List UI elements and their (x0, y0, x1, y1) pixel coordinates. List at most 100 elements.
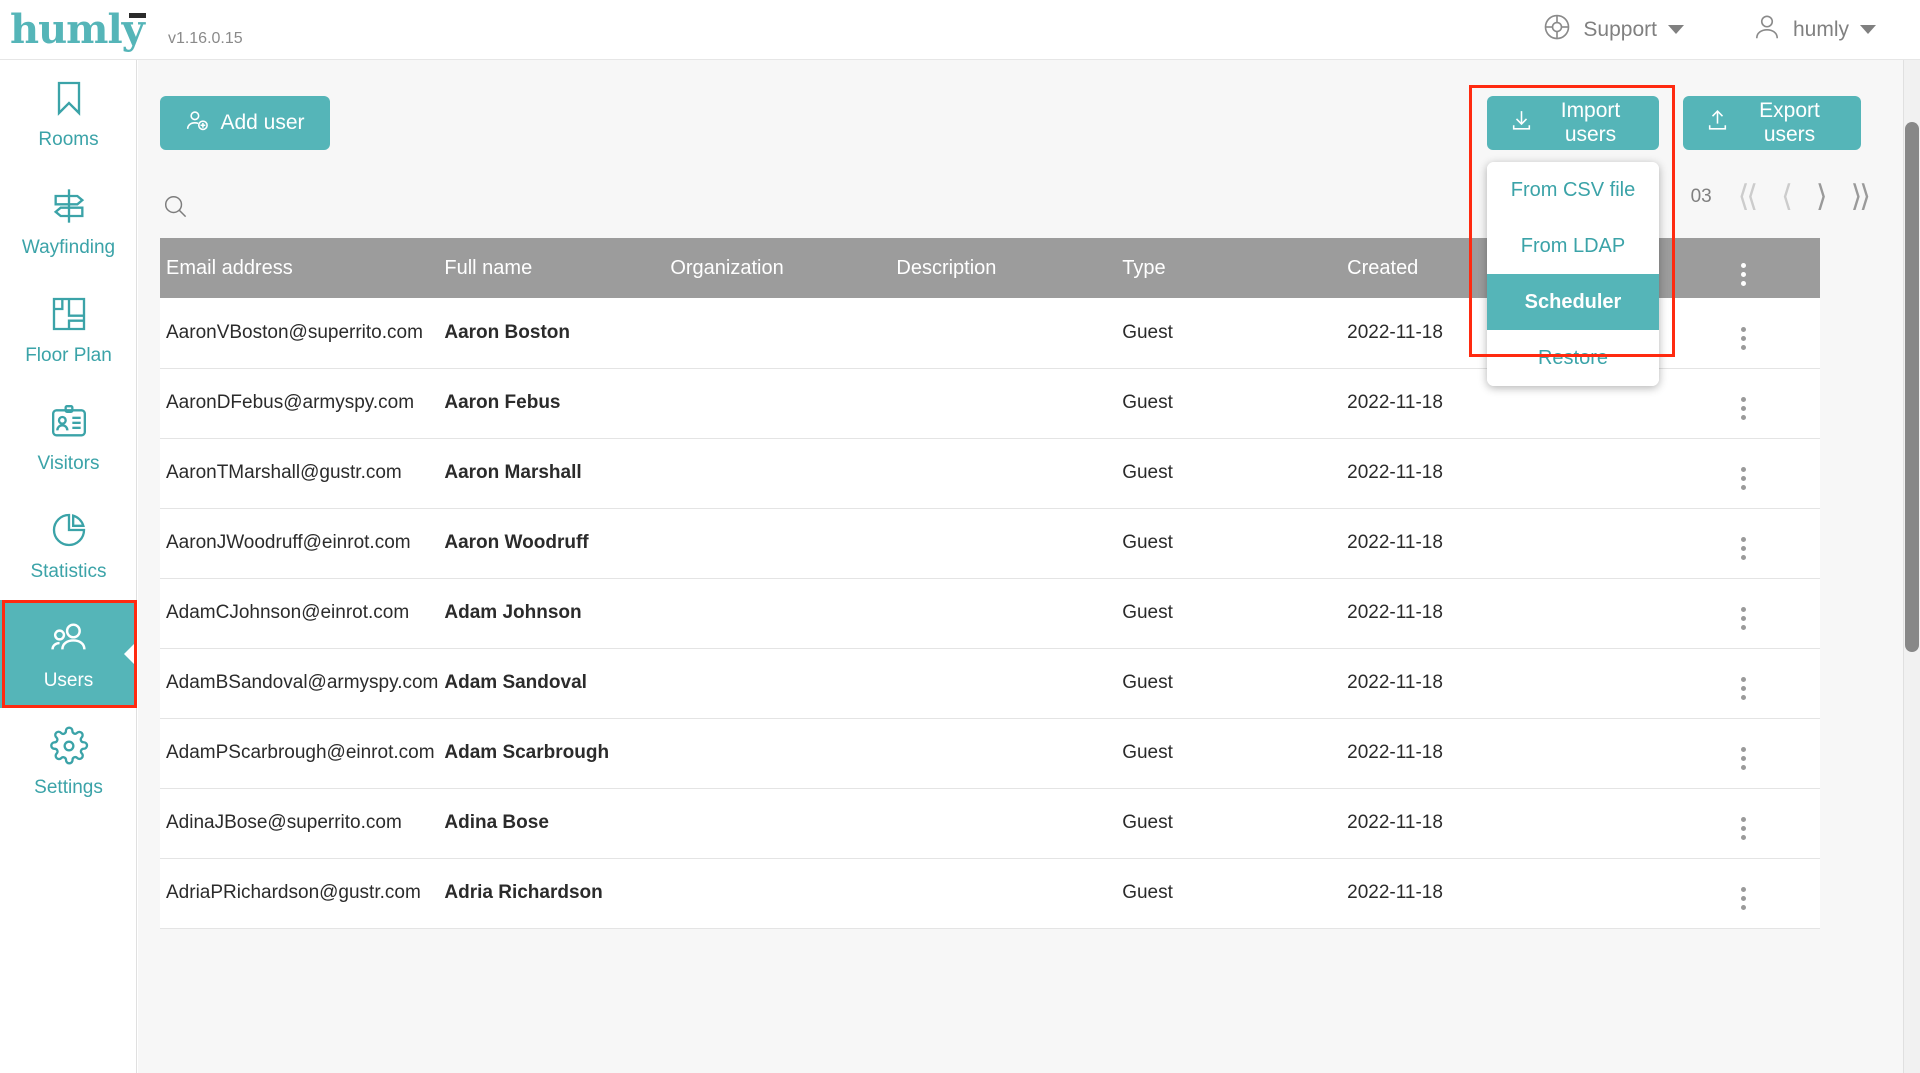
sidebar-item-label: Floor Plan (25, 344, 112, 366)
kebab-menu-icon[interactable] (1740, 747, 1746, 770)
column-header-type[interactable]: Type (1116, 238, 1342, 298)
user-menu[interactable]: humly (1752, 12, 1876, 47)
kebab-menu-icon[interactable] (1740, 607, 1746, 630)
cell-actions[interactable] (1666, 578, 1820, 649)
column-header-full-name[interactable]: Full name (438, 238, 665, 298)
sidebar-item-rooms[interactable]: Rooms (0, 60, 137, 168)
sidebar-item-visitors[interactable]: Visitors (0, 384, 137, 492)
vertical-scrollbar-thumb[interactable] (1905, 122, 1919, 652)
import-users-dropdown: From CSV file From LDAP Scheduler Restor… (1487, 162, 1659, 386)
cell-type: Guest (1116, 718, 1342, 789)
sidebar-item-label: Wayfinding (21, 236, 116, 258)
import-users-label: Import users (1560, 99, 1621, 146)
cell-actions[interactable] (1666, 368, 1820, 439)
piechart-icon (49, 510, 89, 555)
cell-organization (664, 508, 891, 579)
cell-full-name: Aaron Febus (438, 368, 665, 439)
cell-full-name: Adria Richardson (438, 858, 665, 929)
sidebar-item-label: Rooms (38, 128, 99, 150)
pagination-info: 03 (1690, 186, 1712, 207)
active-indicator-arrow-icon (124, 641, 137, 667)
kebab-menu-icon[interactable] (1740, 262, 1746, 286)
column-header-email[interactable]: Email address (160, 238, 439, 298)
export-users-button[interactable]: Export users (1683, 96, 1861, 150)
cell-full-name: Adam Johnson (438, 578, 665, 649)
sidebar-item-users[interactable]: Users (0, 600, 137, 708)
floorplan-icon (49, 294, 89, 339)
kebab-menu-icon[interactable] (1740, 397, 1746, 420)
bookmark-icon (49, 78, 89, 123)
cell-created: 2022-11-18 (1341, 508, 1667, 579)
kebab-menu-icon[interactable] (1740, 817, 1746, 840)
kebab-menu-icon[interactable] (1740, 467, 1746, 490)
add-user-button[interactable]: Add user (160, 96, 330, 150)
cell-organization (664, 718, 891, 789)
users-icon (48, 617, 90, 664)
sidebar-item-label: Statistics (30, 560, 107, 582)
badge-icon (49, 402, 89, 447)
table-row[interactable]: AdamCJohnson@einrot.com Adam Johnson Guest… (160, 578, 1820, 649)
cell-type: Guest (1116, 788, 1342, 859)
import-users-button[interactable]: Import users (1487, 96, 1659, 150)
cell-actions[interactable] (1666, 438, 1820, 509)
cell-description (890, 368, 1117, 439)
cell-type: Guest (1116, 368, 1342, 439)
toolbar: Add user Import users Export users From … (138, 60, 1920, 386)
table-row[interactable]: AdamBSandoval@armyspy.com Adam Sandoval Gu… (160, 648, 1820, 719)
sidebar-item-wayfinding[interactable]: Wayfinding (0, 168, 137, 276)
cell-actions[interactable] (1666, 648, 1820, 719)
table-row[interactable]: AaronTMarshall@gustr.com Aaron Marshall Gu… (160, 438, 1820, 509)
logo-text: humly (10, 9, 146, 50)
sidebar-item-statistics[interactable]: Statistics (0, 492, 137, 600)
download-arrow-icon (1509, 108, 1534, 139)
cell-description (890, 858, 1117, 929)
column-header-actions[interactable] (1666, 238, 1820, 298)
column-header-organization[interactable]: Organization (664, 238, 891, 298)
cell-organization (664, 788, 891, 859)
search-input[interactable] (160, 186, 500, 226)
cell-organization (664, 648, 891, 719)
column-header-description[interactable]: Description (890, 238, 1117, 298)
cell-actions[interactable] (1666, 718, 1820, 789)
cell-actions[interactable] (1666, 858, 1820, 929)
table-row[interactable]: AdriaPRichardson@gustr.com Adria Richards… (160, 858, 1820, 929)
pagination-prev-button[interactable]: ⟨ (1781, 182, 1793, 212)
kebab-menu-icon[interactable] (1740, 326, 1746, 350)
pagination-first-button[interactable]: ⟨⟨ (1738, 182, 1758, 212)
table-row[interactable]: AaronJWoodruff@einrot.com Aaron Woodruff G… (160, 508, 1820, 579)
table-row[interactable]: AdamPScarbrough@einrot.com Adam Scarbroug… (160, 718, 1820, 789)
dropdown-item-scheduler[interactable]: Scheduler (1487, 274, 1659, 330)
cell-actions[interactable] (1666, 298, 1820, 369)
cell-actions[interactable] (1666, 788, 1820, 859)
kebab-menu-icon[interactable] (1740, 537, 1746, 560)
sidebar-item-settings[interactable]: Settings (0, 708, 137, 816)
cell-full-name: Adina Bose (438, 788, 665, 859)
cell-full-name: Adam Sandoval (438, 648, 665, 719)
cell-email: AaronJWoodruff@einrot.com (160, 508, 439, 579)
user-name-label: humly (1792, 17, 1849, 41)
cell-actions[interactable] (1666, 508, 1820, 579)
cell-description (890, 508, 1117, 579)
kebab-menu-icon[interactable] (1740, 887, 1746, 910)
sidebar-item-floor-plan[interactable]: Floor Plan (0, 276, 137, 384)
support-label: Support (1583, 17, 1657, 41)
cell-email: AdriaPRichardson@gustr.com (160, 858, 439, 929)
cell-description (890, 438, 1117, 509)
pagination: 03 ⟨⟨ ⟨ ⟩ ⟩⟩ (1690, 182, 1871, 212)
dropdown-item-from-ldap[interactable]: From LDAP (1487, 218, 1659, 274)
dropdown-item-from-csv-file[interactable]: From CSV file (1487, 162, 1659, 218)
pagination-last-button[interactable]: ⟩⟩ (1851, 182, 1871, 212)
cell-description (890, 648, 1117, 719)
vertical-scrollbar-track[interactable] (1903, 60, 1920, 1073)
export-users-label: Export users (1759, 99, 1820, 146)
table-row[interactable]: AdinaJBose@superrito.com Adina Bose Guest 2… (160, 788, 1820, 859)
logo-dash-mark (128, 12, 146, 18)
cell-created: 2022-11-18 (1341, 788, 1667, 859)
pagination-next-button[interactable]: ⟩ (1816, 182, 1828, 212)
kebab-menu-icon[interactable] (1740, 677, 1746, 700)
cell-email: AaronDFebus@armyspy.com (160, 368, 439, 439)
cell-organization (664, 438, 891, 509)
dropdown-item-restore[interactable]: Restore (1487, 330, 1659, 386)
person-add-icon (185, 108, 210, 139)
support-menu[interactable]: Support (1542, 12, 1684, 47)
